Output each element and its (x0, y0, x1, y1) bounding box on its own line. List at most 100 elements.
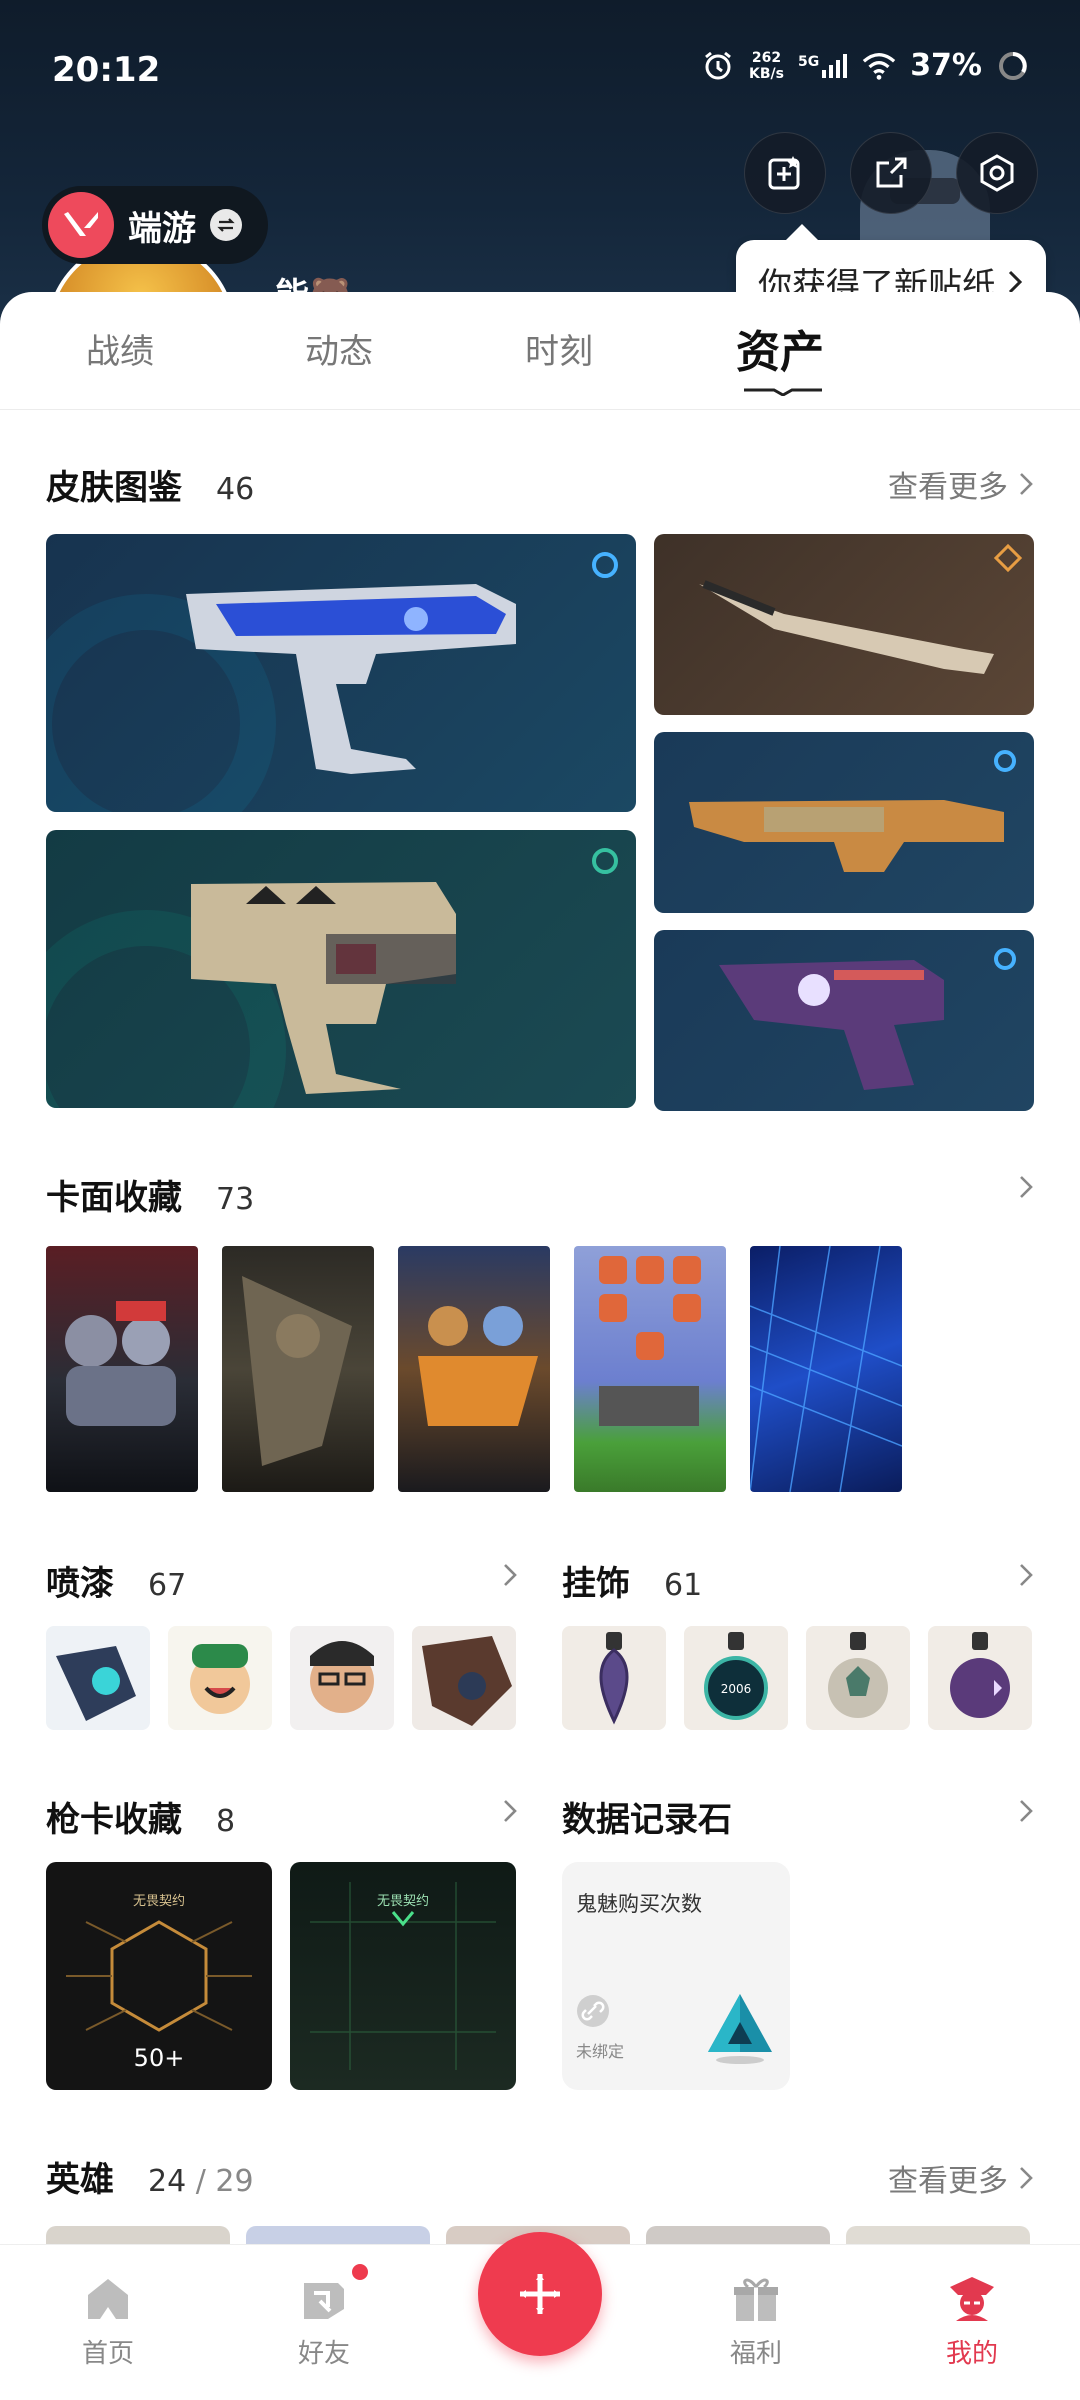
gun-cards-section-title: 枪卡收藏 8 (46, 1792, 235, 1841)
charms-title: 挂饰 (562, 1564, 630, 1604)
nav-profile-label: 我的 (945, 2339, 998, 2369)
alarm-icon (701, 49, 735, 83)
brand-label: 端游 (128, 208, 196, 249)
cards-title: 卡面收藏 (46, 1178, 182, 1218)
share-icon (876, 157, 907, 188)
rarity-badge (993, 543, 1023, 573)
network-label: 5G (797, 53, 820, 70)
pistol-skin-image (191, 882, 456, 1094)
friends-icon (304, 2283, 344, 2319)
sticker-edit-icon (768, 156, 800, 190)
data-stone-card[interactable]: 鬼魅购买次数 未绑定 (562, 1862, 790, 2090)
spray-item[interactable] (168, 1626, 272, 1730)
skin-card-knife[interactable] (654, 534, 1034, 715)
sprays-section-title: 喷漆 67 (46, 1556, 186, 1605)
cards-chevron-right-icon[interactable] (1018, 1174, 1034, 1200)
status-right: 262 KB/s 5G 37% (701, 48, 1030, 83)
gun-card-tag: 无畏契约 (132, 1894, 185, 1909)
player-card-5[interactable] (750, 1246, 902, 1492)
tab-indicator (744, 388, 822, 396)
sprays-chevron-right-icon[interactable] (502, 1562, 518, 1588)
sprays-title: 喷漆 (46, 1564, 114, 1604)
status-bar: 20:12 262 KB/s 5G 37% (0, 40, 1080, 100)
gun-card-item[interactable]: 无畏契约 50+ (46, 1862, 272, 2090)
game-switch-chip[interactable]: 端游 (42, 186, 268, 264)
data-stone-section-title: 数据记录石 (562, 1792, 732, 1841)
speed-value: 262 (751, 49, 782, 66)
friends-notification-dot (350, 2262, 370, 2282)
charms-chevron-right-icon[interactable] (1018, 1562, 1034, 1588)
svg-text:2006: 2006 (721, 1682, 752, 1696)
chevron-right-icon (1020, 473, 1033, 495)
agents-section-title: 英雄 24 / 29 (46, 2152, 254, 2201)
player-card-3[interactable] (398, 1246, 550, 1492)
nav-friends[interactable]: 好友 (264, 2273, 384, 2370)
tab-stats[interactable]: 战绩 (86, 324, 154, 373)
tab-assets[interactable]: 资产 (736, 316, 824, 380)
nav-home-label: 首页 (81, 2339, 134, 2369)
skin-card-revolver[interactable] (654, 930, 1034, 1111)
gun-cards-chevron-right-icon[interactable] (502, 1798, 518, 1824)
skins-more-label: 查看更多 (888, 470, 1008, 505)
charm-item[interactable] (806, 1626, 910, 1730)
charm-item[interactable]: 2006 (684, 1626, 788, 1730)
settings-icon (980, 154, 1014, 192)
data-stone-title: 数据记录石 (562, 1800, 732, 1840)
tab-feed[interactable]: 动态 (305, 324, 373, 373)
agents-title: 英雄 (46, 2160, 114, 2200)
charms-count: 61 (664, 1568, 703, 1603)
player-card-1[interactable] (46, 1246, 198, 1492)
revolver-skin-image (719, 960, 944, 1090)
charm-item[interactable] (928, 1626, 1032, 1730)
player-card-2[interactable] (222, 1246, 374, 1492)
skin-card-pistol-gold[interactable] (46, 830, 636, 1108)
battery-level: 37% (910, 48, 982, 83)
charm-item[interactable] (562, 1626, 666, 1730)
tab-bar: 战绩 动态 时刻 资产 (0, 292, 1080, 410)
rifle-skin-image (689, 800, 1004, 872)
status-time: 20:12 (52, 50, 161, 90)
data-stone-item-title: 鬼魅购买次数 (576, 1892, 702, 1916)
nav-profile[interactable]: 我的 (912, 2273, 1032, 2370)
gun-card-item[interactable]: 无畏契约 (290, 1862, 516, 2090)
nav-home[interactable]: 首页 (48, 2273, 168, 2370)
network-type: 5G (797, 53, 848, 78)
agents-view-more[interactable]: 查看更多 (888, 2156, 1034, 2200)
spray-item[interactable] (412, 1626, 516, 1730)
create-post-button[interactable] (478, 2232, 602, 2356)
wifi-icon (862, 49, 896, 83)
pistol-skin-image (186, 584, 516, 774)
cards-section-title: 卡面收藏 73 (46, 1170, 254, 1219)
agents-count: 24 / 29 (148, 2164, 254, 2199)
data-stone-status-text: 未绑定 (576, 2042, 625, 2061)
sticker-edit-button[interactable] (744, 132, 826, 214)
agents-more-label: 查看更多 (888, 2164, 1008, 2199)
agents-owned: 24 (148, 2164, 187, 2199)
knife-skin-image (699, 580, 994, 674)
link-icon (577, 1995, 609, 2027)
share-button[interactable] (850, 132, 932, 214)
player-card-4[interactable] (574, 1246, 726, 1492)
skin-card-rifle[interactable] (654, 732, 1034, 913)
spray-item[interactable] (46, 1626, 150, 1730)
skins-view-more[interactable]: 查看更多 (888, 462, 1034, 506)
tab-moments[interactable]: 时刻 (525, 324, 593, 373)
skins-count: 46 (216, 472, 255, 507)
nav-gifts[interactable]: 福利 (696, 2273, 816, 2370)
speed-unit: KB/s (748, 65, 784, 82)
skins-title: 皮肤图鉴 (46, 468, 182, 508)
spray-item[interactable] (290, 1626, 394, 1730)
nav-friends-label: 好友 (297, 2339, 350, 2369)
data-stone-chevron-right-icon[interactable] (1018, 1798, 1034, 1824)
profile-icon (950, 2277, 994, 2321)
battery-icon (996, 49, 1030, 83)
sprays-count: 67 (148, 1568, 187, 1603)
settings-button[interactable] (956, 132, 1038, 214)
network-speed: 262 KB/s (749, 50, 784, 82)
skins-section-title: 皮肤图鉴 46 (46, 460, 254, 509)
skin-card-pistol-blue[interactable] (46, 534, 636, 812)
gift-icon (734, 2278, 778, 2321)
swap-icon (210, 209, 242, 241)
data-stone-crystal-icon (708, 1994, 772, 2064)
gun-card-tag: 无畏契约 (376, 1894, 429, 1909)
